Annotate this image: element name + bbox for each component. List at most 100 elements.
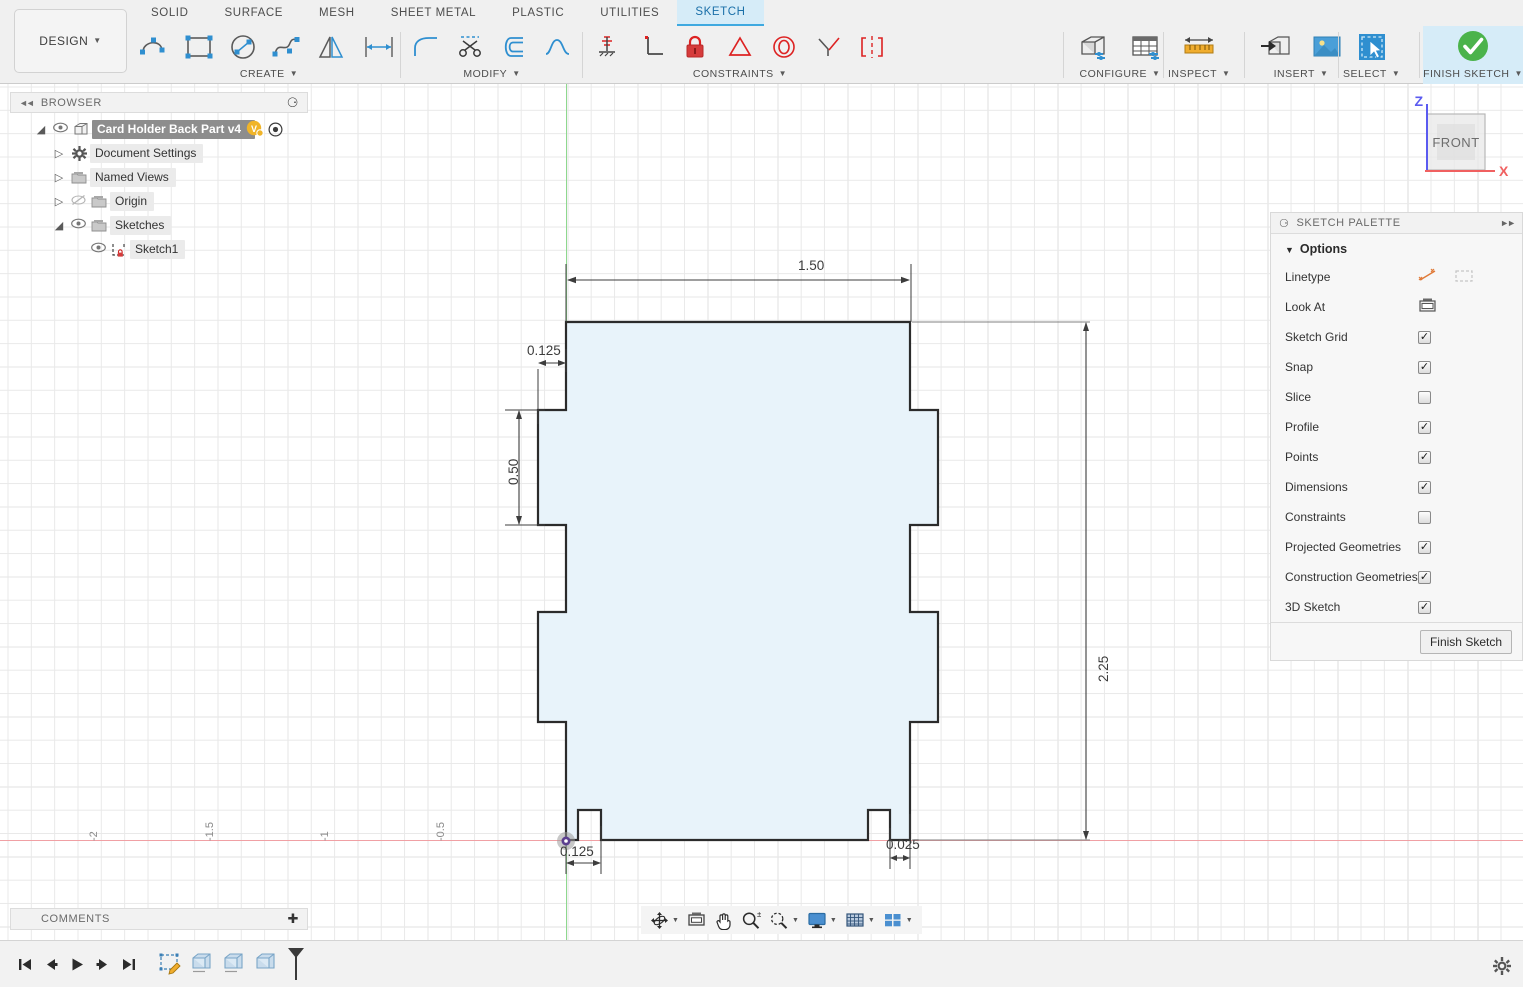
zoom-icon[interactable]: ±	[737, 907, 765, 933]
mirror-icon[interactable]	[309, 26, 353, 68]
extrude-feature-icon[interactable]	[188, 950, 216, 978]
ribbon-group-finish-sketch[interactable]: FINISH SKETCH ▼	[1423, 26, 1523, 84]
tree-item-sketch1[interactable]: Sketch1	[10, 237, 308, 261]
chevron-down-icon[interactable]: ▼	[830, 917, 837, 924]
gear-icon[interactable]	[1493, 957, 1511, 980]
play-icon[interactable]	[64, 949, 90, 979]
browser-header[interactable]: ◄◄ BROWSER ⚆	[10, 92, 308, 113]
chevron-down-icon[interactable]: ▼	[672, 917, 679, 924]
target-icon[interactable]	[268, 121, 283, 137]
minus-circle-icon[interactable]: ⚆	[287, 96, 299, 109]
timeline-marker[interactable]	[282, 948, 310, 980]
expanded-arrow-icon[interactable]: ◢	[50, 219, 68, 232]
dimension-value-width[interactable]: 1.50	[798, 258, 824, 273]
visibility-eye-icon[interactable]	[50, 122, 70, 136]
expanded-arrow-icon[interactable]: ◢	[32, 123, 50, 136]
checkbox-constraints[interactable]	[1418, 510, 1431, 524]
offset-icon[interactable]	[492, 26, 536, 68]
fillet-icon[interactable]	[404, 26, 448, 68]
chevron-down-icon[interactable]: ▼	[792, 917, 799, 924]
pan-icon[interactable]	[710, 907, 737, 933]
visibility-eye-icon[interactable]	[68, 218, 88, 232]
tab-sheet-metal[interactable]: SHEET METAL	[373, 0, 494, 26]
go-to-end-icon[interactable]	[116, 949, 142, 979]
checkbox-dimensions[interactable]: ✓	[1418, 480, 1431, 494]
fix-lock-icon[interactable]	[674, 26, 718, 68]
measure-icon[interactable]	[1173, 26, 1225, 68]
spline-icon[interactable]	[265, 26, 309, 68]
grid-snap-icon[interactable]: ▼	[841, 907, 879, 933]
tree-item-sketches[interactable]: ◢ Sketches	[10, 213, 308, 237]
extrude-feature-icon[interactable]	[220, 950, 248, 978]
view-cube[interactable]: FRONT Z X	[1399, 93, 1511, 190]
dimension-value-top-left-offset[interactable]: 0.125	[527, 343, 561, 358]
collapsed-arrow-icon[interactable]: ▷	[50, 147, 68, 160]
trim-icon[interactable]	[448, 26, 492, 68]
sketch-palette-header[interactable]: ⚆ SKETCH PALETTE ►►	[1271, 213, 1522, 234]
expand-right-icon[interactable]: ►►	[1500, 218, 1516, 228]
perpendicular-icon[interactable]	[630, 26, 674, 68]
checkbox-sketch-grid[interactable]: ✓	[1418, 330, 1431, 344]
plus-circle-icon[interactable]: ✚	[288, 911, 300, 927]
checkbox-slice[interactable]	[1418, 390, 1431, 404]
tree-item-origin[interactable]: ▷ Origin	[10, 189, 308, 213]
display-settings-icon[interactable]: ▼	[803, 907, 841, 933]
sketch-feature-icon[interactable]	[156, 950, 184, 978]
checkbox-snap[interactable]: ✓	[1418, 360, 1431, 374]
dimension-value-bottom-right-notch[interactable]: 0.025	[886, 837, 920, 852]
sketch-dimension-icon[interactable]	[353, 26, 405, 68]
arc-icon[interactable]	[133, 26, 177, 68]
finish-check-icon[interactable]	[1447, 26, 1499, 68]
tab-surface[interactable]: SURFACE	[207, 0, 302, 26]
midpoint-icon[interactable]	[806, 26, 850, 68]
step-back-icon[interactable]	[38, 949, 64, 979]
zoom-window-icon[interactable]: ▼	[765, 907, 803, 933]
go-to-start-icon[interactable]	[12, 949, 38, 979]
rectangle-icon[interactable]	[177, 26, 221, 68]
step-forward-icon[interactable]	[90, 949, 116, 979]
dimension-value-total-height[interactable]: 2.25	[1096, 656, 1111, 682]
insert-derive-icon[interactable]	[1249, 26, 1301, 68]
ellipse-icon[interactable]	[221, 26, 265, 68]
version-badge[interactable]: V	[246, 120, 264, 138]
visibility-hidden-eye-icon[interactable]	[68, 194, 88, 209]
collapsed-arrow-icon[interactable]: ▷	[50, 195, 68, 208]
configure-model-icon[interactable]	[1068, 26, 1120, 68]
dimension-total-height[interactable]	[912, 321, 1090, 841]
sketch-profile-region[interactable]	[536, 320, 940, 842]
chevron-down-icon[interactable]: ▼	[906, 917, 913, 924]
curvature-comb-icon[interactable]	[536, 26, 580, 68]
linetype-construction-icon[interactable]	[1454, 268, 1474, 287]
tab-solid[interactable]: SOLID	[133, 0, 207, 26]
comments-panel[interactable]: COMMENTS ✚	[10, 908, 308, 930]
checkbox-3d-sketch[interactable]: ✓	[1418, 600, 1431, 614]
tree-item-card-holder-back-part[interactable]: ◢ Card Holder Back Part v4 V	[10, 117, 308, 141]
equal-icon[interactable]	[718, 26, 762, 68]
tab-plastic[interactable]: PLASTIC	[494, 0, 582, 26]
visibility-eye-icon[interactable]	[88, 242, 108, 256]
checkbox-points[interactable]: ✓	[1418, 450, 1431, 464]
checkbox-projected-geometries[interactable]: ✓	[1418, 540, 1431, 554]
palette-section-options[interactable]: ▼ Options	[1271, 234, 1522, 262]
extrude-feature-icon[interactable]	[252, 950, 280, 978]
dimension-width[interactable]	[565, 264, 912, 322]
dimension-value-tab-height[interactable]: 0.50	[506, 459, 521, 485]
dimension-value-bottom-left-notch[interactable]: 0.125	[560, 844, 594, 859]
checkbox-construction-geometries[interactable]: ✓	[1418, 570, 1431, 584]
finish-sketch-button[interactable]: Finish Sketch	[1419, 629, 1512, 654]
concentric-icon[interactable]	[762, 26, 806, 68]
coincident-icon[interactable]	[586, 26, 630, 68]
tab-mesh[interactable]: MESH	[301, 0, 373, 26]
viewports-icon[interactable]: ▼	[879, 907, 917, 933]
collapse-left-icon[interactable]: ◄◄	[19, 98, 35, 108]
linetype-normal-icon[interactable]	[1418, 268, 1438, 287]
look-at-icon[interactable]	[683, 907, 710, 933]
checkbox-profile[interactable]: ✓	[1418, 420, 1431, 434]
chevron-down-icon[interactable]: ▼	[868, 917, 875, 924]
configure-table-icon[interactable]	[1120, 26, 1172, 68]
tab-sketch[interactable]: SKETCH	[677, 0, 764, 26]
workspace-switcher-button[interactable]: DESIGN ▼	[14, 9, 127, 73]
collapsed-arrow-icon[interactable]: ▷	[50, 171, 68, 184]
minus-circle-icon[interactable]: ⚆	[1279, 217, 1289, 230]
tree-item-document-settings[interactable]: ▷ Document Settings	[10, 141, 308, 165]
